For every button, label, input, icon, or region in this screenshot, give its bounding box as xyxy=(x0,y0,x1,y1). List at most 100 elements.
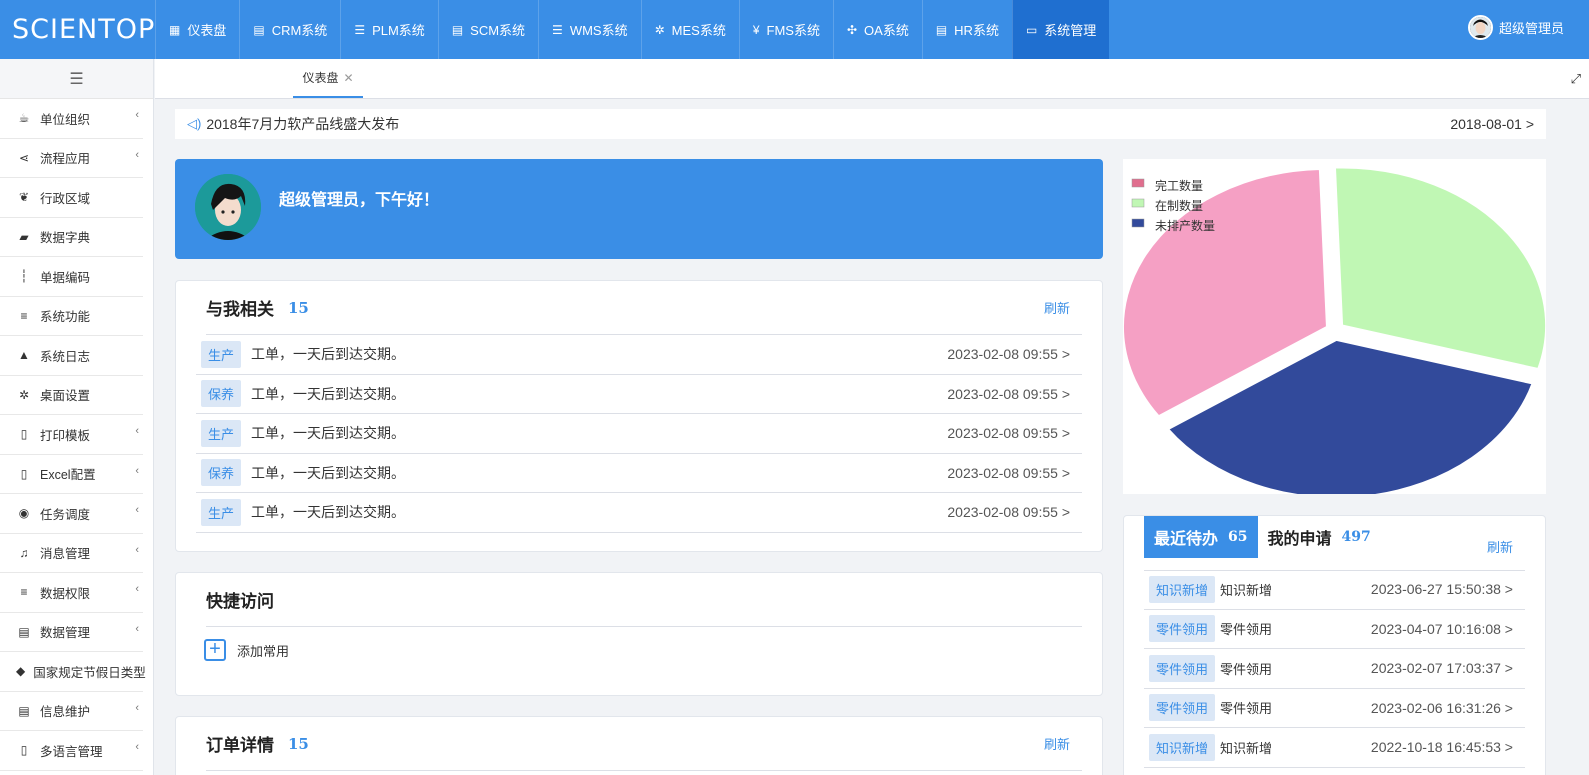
list-item[interactable]: 知识新增 知识新增 2022-10-18 16:45:53 > xyxy=(1144,728,1525,768)
database-icon: ▤ xyxy=(18,624,30,639)
sidebar-item[interactable]: ♫ 消息管理 ‹ xyxy=(0,534,143,573)
chevron-left-icon: ‹ xyxy=(135,109,139,121)
sidebar-collapse-icon[interactable]: ☰ xyxy=(0,59,153,99)
file-icon: ▯ xyxy=(20,427,28,442)
id-card-icon: ▤ xyxy=(451,22,464,37)
item-text: 工单，一天后到达交期。 xyxy=(251,504,406,521)
top-nav-item[interactable]: ▤ HR系统 xyxy=(921,0,1012,59)
list-item[interactable]: 生产 工单，一天后到达交期。 2023-02-08 09:55 > xyxy=(196,493,1082,533)
sidebar-item[interactable]: ≡ 数据权限 ‹ xyxy=(0,573,143,613)
sidebar-item[interactable]: ▤ 数据管理 ‹ xyxy=(0,613,143,652)
item-time: 2023-02-08 09:55 > xyxy=(947,504,1070,521)
sidebar-item[interactable]: ▯ Excel配置 ‹ xyxy=(0,455,143,494)
refresh-button[interactable]: 刷新 xyxy=(1044,734,1070,753)
legend-swatch xyxy=(1131,178,1145,188)
gears-icon: ✲ xyxy=(654,22,665,37)
sidebar-item[interactable]: ▯ 打印模板 ‹ xyxy=(0,415,143,455)
tab-recent-todo[interactable]: 最近待办 65 xyxy=(1144,516,1258,558)
item-time: 2023-02-06 16:31:26 > xyxy=(1370,699,1513,716)
top-nav-item[interactable]: ☰ PLM系统 xyxy=(340,0,438,59)
list-item[interactable]: 生产 工单，一天后到达交期。 2023-02-08 09:55 > xyxy=(196,414,1082,454)
sidebar-item[interactable]: ◆ 国家规定节假日类型 xyxy=(0,652,146,692)
quick-header: 快捷访问 xyxy=(206,573,1082,627)
top-nav: ▦ 仪表盘 ▤ CRM系统 ☰ PLM系统 ▤ SCM系统 ☰ WMS系统 ✲ MES系统 ¥ FMS系统… xyxy=(155,0,1110,59)
add-favorite-button[interactable]: + 添加常用 xyxy=(204,639,289,661)
list-icon: ≡ xyxy=(20,308,28,323)
type-tag: 知识新增 xyxy=(1149,733,1216,761)
sidebar-item[interactable]: ⋖ 流程应用 ‹ xyxy=(0,139,143,178)
top-nav-label: 系统管理 xyxy=(1044,23,1097,38)
sidebar-item[interactable]: ✲ 桌面设置 xyxy=(0,376,143,415)
sidebar-item[interactable]: ▰ 数据字典 xyxy=(0,218,143,257)
chevron-left-icon: ‹ xyxy=(135,148,139,161)
top-nav-item[interactable]: ✣ OA系统 xyxy=(832,0,922,59)
chevron-left-icon: ‹ xyxy=(135,464,139,477)
windows-icon: ▦ xyxy=(169,22,181,37)
list-item[interactable]: 知识新增 知识新增 2023-06-27 15:50:38 > xyxy=(1144,570,1525,610)
chevron-left-icon: ‹ xyxy=(135,425,139,437)
sidebar-item-label: 行政区域 xyxy=(40,191,91,206)
tab-my-applications[interactable]: 我的申请 497 xyxy=(1258,516,1381,558)
sidebar-item[interactable]: ▲ 系统日志 xyxy=(0,336,143,376)
sidebar-item-label: 信息维护 xyxy=(40,705,91,720)
sidebar-item-label: 任务调度 xyxy=(40,507,91,522)
sidebar-item[interactable]: ≡ 系统功能 xyxy=(0,297,143,336)
monitor-icon: ▭ xyxy=(1025,22,1038,37)
list-item[interactable]: 零件领用 零件领用 2023-02-06 16:31:26 > xyxy=(1144,689,1525,728)
coffee-icon: ☕ xyxy=(18,111,30,126)
fullscreen-icon[interactable]: ⤢ xyxy=(1571,71,1581,87)
barcode-icon: ┆ xyxy=(20,269,28,284)
top-nav-item[interactable]: ✲ MES系统 xyxy=(640,0,739,59)
sidebar-item[interactable]: ┆ 单据编码 xyxy=(0,257,143,297)
production-pie-chart: 完工数量 在制数量 未排产数量 xyxy=(1123,159,1546,494)
id-card-icon: ▤ xyxy=(18,703,30,718)
sidebar-item[interactable]: ▯ 多语言管理 ‹ xyxy=(0,731,143,771)
list-item[interactable]: 零件领用 零件领用 2023-04-07 10:16:08 > xyxy=(1144,610,1525,649)
top-nav-label: 仪表盘 xyxy=(187,23,227,38)
list-item[interactable]: 保养 工单，一天后到达交期。 2023-02-08 09:55 > xyxy=(196,375,1082,414)
sidebar-item[interactable]: ◉ 任务调度 ‹ xyxy=(0,494,143,534)
list-icon: ≡ xyxy=(20,585,28,600)
refresh-button[interactable]: 刷新 xyxy=(1487,537,1513,556)
share-icon: ⋖ xyxy=(18,150,30,165)
item-time: 2023-02-08 09:55 > xyxy=(947,385,1070,402)
tab-count: 497 xyxy=(1341,529,1371,545)
tab-dashboard[interactable]: 仪表盘 ✕ xyxy=(293,59,363,98)
user-menu[interactable]: 超级管理员 xyxy=(1467,15,1564,40)
item-time: 2023-04-07 10:16:08 > xyxy=(1370,620,1513,637)
chevron-left-icon: ‹ xyxy=(135,701,139,714)
list-item[interactable]: 生产 工单，一天后到达交期。 2023-02-08 09:55 > xyxy=(196,335,1082,375)
panel-count: 15 xyxy=(288,298,309,317)
item-time: 2023-02-08 09:55 > xyxy=(947,346,1070,363)
tab-bar: 仪表盘 ✕ ⤢ xyxy=(155,59,1589,99)
avatar xyxy=(195,174,261,240)
panel-title: 与我相关 xyxy=(206,300,274,319)
sidebar-item[interactable]: ▤ 信息维护 ‹ xyxy=(0,692,143,731)
refresh-button[interactable]: 刷新 xyxy=(1044,298,1070,317)
sidebar-item[interactable]: ❦ 行政区域 xyxy=(0,178,143,218)
sidebar-item-label: 国家规定节假日类型 xyxy=(33,665,146,680)
top-nav-item[interactable]: ▭ 系统管理 xyxy=(1011,0,1110,59)
panel-title: 订单详情 xyxy=(206,736,274,755)
top-nav-item[interactable]: ☰ WMS系统 xyxy=(538,0,641,59)
sidebar-item[interactable]: ☕ 单位组织 ‹ xyxy=(0,99,143,139)
sidebar-item-label: 数据管理 xyxy=(40,626,91,641)
speaker-icon: ◁) xyxy=(187,116,202,131)
orders-panel: 订单详情 15 刷新 xyxy=(175,716,1103,775)
top-bar: SCIENTOP ▦ 仪表盘 ▤ CRM系统 ☰ PLM系统 ▤ SCM系统 ☰ WMS系统 ✲ ME… xyxy=(0,0,1589,59)
top-nav-item[interactable]: ¥ FMS系统 xyxy=(738,0,833,59)
notice-bar[interactable]: ◁) 2018年7月力软产品线盛大发布 2018-08-01 > xyxy=(175,109,1546,139)
notice-date[interactable]: 2018-08-01 > xyxy=(1450,116,1534,132)
top-nav-item[interactable]: ▤ CRM系统 xyxy=(239,0,340,59)
type-tag: 生产 xyxy=(201,419,242,447)
server-icon: ☰ xyxy=(552,22,563,37)
type-tag: 零件领用 xyxy=(1149,654,1216,682)
top-nav-label: PLM系统 xyxy=(372,23,425,38)
close-icon[interactable]: ✕ xyxy=(343,71,353,85)
sidebar-item-label: 系统日志 xyxy=(40,349,91,364)
chevron-left-icon: ‹ xyxy=(135,741,139,753)
top-nav-item[interactable]: ▤ SCM系统 xyxy=(437,0,538,59)
list-item[interactable]: 保养 工单，一天后到达交期。 2023-02-08 09:55 > xyxy=(196,454,1082,493)
top-nav-item[interactable]: ▦ 仪表盘 xyxy=(155,0,239,59)
list-item[interactable]: 零件领用 零件领用 2023-02-07 17:03:37 > xyxy=(1144,649,1525,689)
